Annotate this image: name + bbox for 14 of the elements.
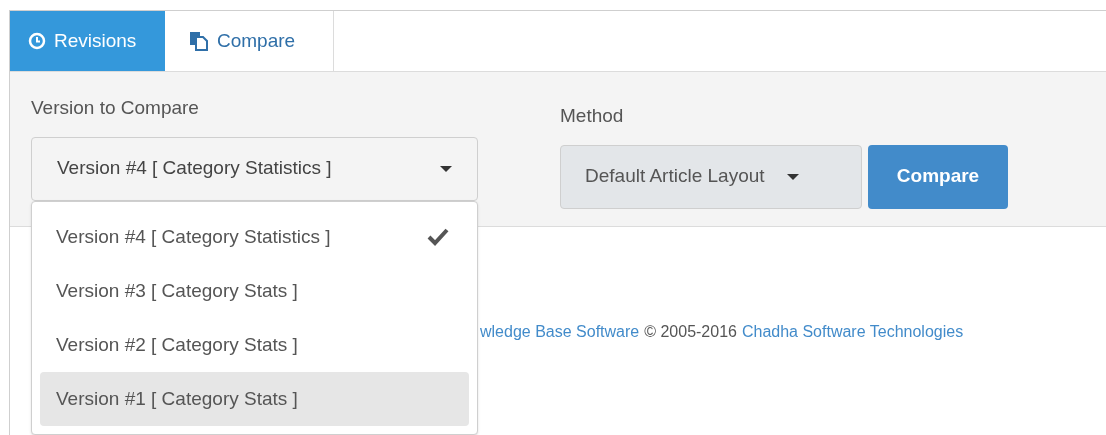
copyright-text: © 2005-2016	[644, 322, 737, 342]
menu-item[interactable]: Version #1 [ Category Stats ]	[40, 372, 469, 426]
version-select[interactable]: Version #4 [ Category Statistics ]	[31, 136, 478, 201]
caret-icon	[440, 165, 452, 172]
clock-icon	[28, 32, 46, 50]
field-label: Version to Compare	[31, 96, 200, 120]
footer-link[interactable]: Chadha Software Technologies	[741, 320, 964, 344]
method-select[interactable]: Default Article Layout	[560, 144, 862, 209]
compare-button[interactable]: Compare	[868, 144, 1008, 209]
tab[interactable]: Revisions	[10, 11, 165, 71]
copy-icon	[189, 31, 209, 51]
footer-link[interactable]: wledge Base Software	[480, 320, 640, 344]
caret-icon	[786, 173, 799, 180]
field-label: Method	[560, 104, 625, 128]
